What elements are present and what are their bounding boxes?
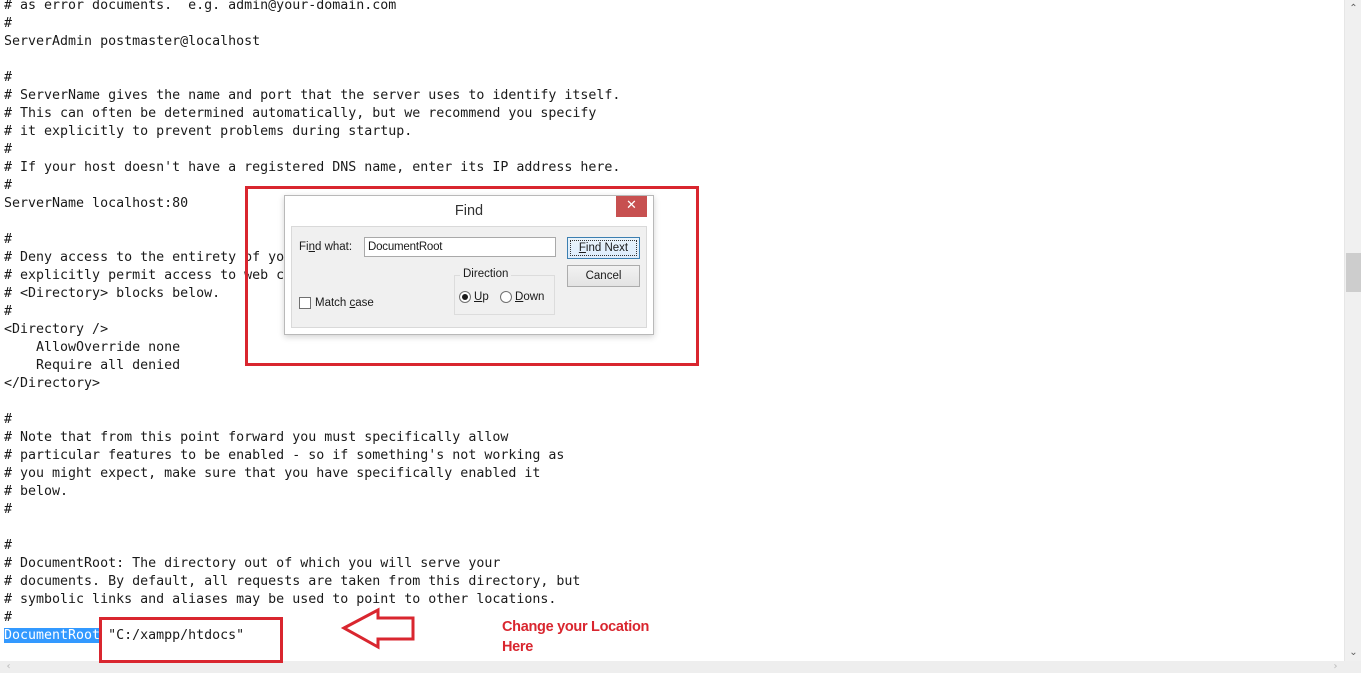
scroll-up-icon[interactable]: ⌃ xyxy=(1345,0,1361,17)
code-line: ServerAdmin postmaster@localhost xyxy=(4,34,261,49)
code-line: # as error documents. e.g. admin@your-do… xyxy=(4,0,397,13)
dialog-body: Find what: Find Next Cancel Match case D… xyxy=(291,226,647,328)
code-line: # xyxy=(4,70,13,85)
scroll-down-icon[interactable]: ⌄ xyxy=(1345,644,1361,661)
radio-button-up[interactable] xyxy=(459,291,471,303)
annotation-text: Change your Location Here xyxy=(502,617,649,657)
code-line: # below. xyxy=(4,484,69,499)
radio-button-down[interactable] xyxy=(500,291,512,303)
annotation-line-1: Change your Location xyxy=(502,619,650,635)
focus-rect xyxy=(570,240,637,256)
code-line: # documents. By default, all requests ar… xyxy=(4,574,581,589)
direction-up-radio[interactable]: Up xyxy=(459,291,489,303)
selected-text: DocumentRoot xyxy=(4,628,101,643)
code-line: # particular features to be enabled - so… xyxy=(4,448,565,463)
match-case-checkbox[interactable]: Match case xyxy=(299,297,374,309)
find-next-button[interactable]: Find Next xyxy=(567,237,640,259)
code-line: # you might expect, make sure that you h… xyxy=(4,466,541,481)
direction-up-label: Up xyxy=(474,291,489,303)
code-line: # DocumentRoot: The directory out of whi… xyxy=(4,556,501,571)
left-arrow-icon xyxy=(340,607,415,650)
code-line: # symbolic links and aliases may be used… xyxy=(4,592,557,607)
direction-down-label: Down xyxy=(515,291,545,303)
direction-group: Direction Up Down xyxy=(454,268,555,315)
code-line: # xyxy=(4,538,13,553)
annotation-line-2: Here xyxy=(502,639,534,655)
find-what-label: Find what: xyxy=(299,241,353,253)
close-icon: ✕ xyxy=(626,198,637,213)
direction-label: Direction xyxy=(460,268,512,280)
value-highlight-box xyxy=(99,617,283,663)
cancel-button[interactable]: Cancel xyxy=(567,265,640,287)
scroll-right-icon[interactable]: › xyxy=(1327,661,1344,673)
code-line: # ServerName gives the name and port tha… xyxy=(4,88,621,103)
code-line: # xyxy=(4,142,13,157)
code-line: # xyxy=(4,16,13,31)
direction-down-radio[interactable]: Down xyxy=(500,291,544,303)
code-line: # Note that from this point forward you … xyxy=(4,430,509,445)
checkbox-box[interactable] xyxy=(299,297,311,309)
code-line: # it explicitly to prevent problems duri… xyxy=(4,124,413,139)
match-case-label: Match case xyxy=(315,297,374,309)
code-line: # xyxy=(4,502,13,517)
close-button[interactable]: ✕ xyxy=(616,196,647,217)
find-dialog: Find ✕ Find what: Find Next Cancel Match… xyxy=(284,195,654,335)
code-line: # If your host doesn't have a registered… xyxy=(4,160,621,175)
vertical-scrollbar[interactable]: ⌃ ⌄ xyxy=(1344,0,1361,661)
code-line: # xyxy=(4,412,13,427)
code-line: # This can often be determined automatic… xyxy=(4,106,597,121)
find-what-input[interactable] xyxy=(364,237,556,257)
code-line: </Directory> xyxy=(4,376,101,391)
vertical-scroll-thumb[interactable] xyxy=(1346,253,1361,292)
dialog-title: Find xyxy=(454,203,484,219)
scroll-left-icon[interactable]: ‹ xyxy=(0,661,17,673)
